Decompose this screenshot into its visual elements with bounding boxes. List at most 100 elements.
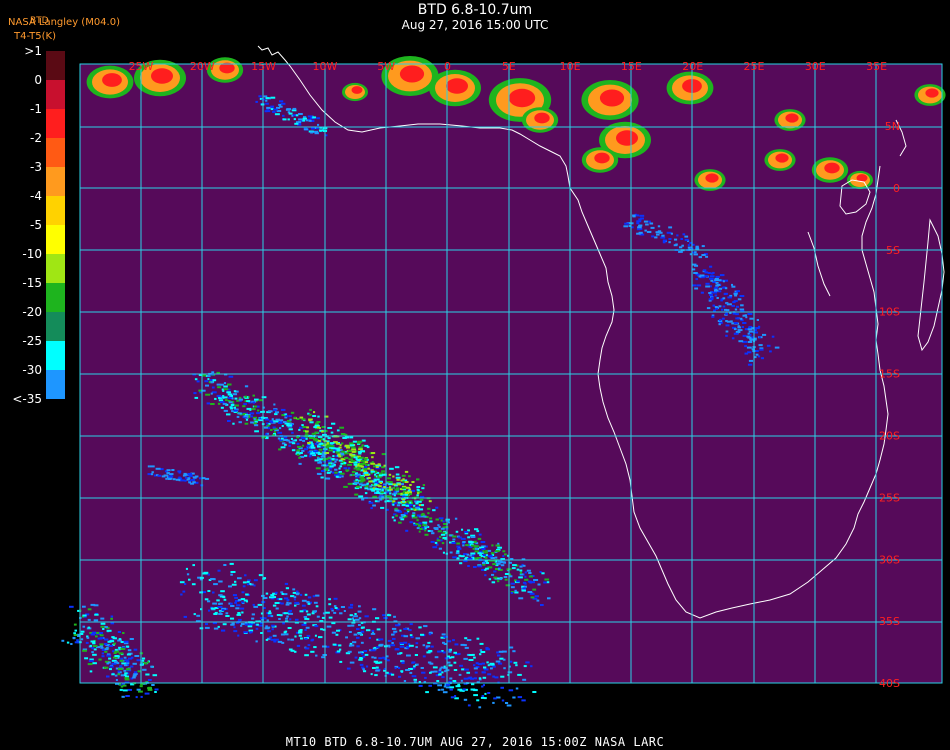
- moisture-pixel: [360, 450, 366, 453]
- moisture-pixel: [273, 403, 276, 406]
- moisture-pixel: [379, 482, 383, 484]
- moisture-pixel: [283, 597, 289, 600]
- moisture-pixel: [120, 657, 124, 660]
- moisture-pixel: [497, 662, 503, 665]
- storm-cell-core: [351, 86, 363, 94]
- moisture-pixel: [414, 654, 418, 656]
- moisture-pixel: [273, 640, 277, 643]
- moisture-pixel: [416, 514, 422, 517]
- moisture-pixel: [306, 426, 309, 429]
- moisture-pixel: [502, 555, 505, 558]
- moisture-pixel: [529, 592, 535, 595]
- moisture-pixel: [247, 625, 253, 628]
- moisture-pixel: [432, 509, 436, 512]
- moisture-pixel: [349, 444, 355, 447]
- moisture-pixel: [110, 615, 114, 618]
- moisture-pixel: [292, 107, 297, 110]
- moisture-pixel: [291, 431, 294, 434]
- moisture-pixel: [364, 461, 369, 464]
- moisture-pixel: [404, 493, 409, 496]
- moisture-pixel: [315, 594, 320, 597]
- moisture-pixel: [234, 580, 237, 583]
- moisture-pixel: [390, 673, 395, 676]
- moisture-pixel: [476, 699, 480, 702]
- moisture-pixel: [265, 592, 269, 595]
- moisture-pixel: [292, 591, 297, 594]
- moisture-pixel: [368, 480, 373, 483]
- moisture-pixel: [349, 442, 354, 445]
- moisture-pixel: [219, 610, 222, 613]
- moisture-pixel: [257, 603, 263, 606]
- moisture-pixel: [230, 617, 235, 620]
- moisture-pixel: [488, 578, 492, 581]
- moisture-pixel: [360, 626, 364, 629]
- moisture-pixel: [348, 631, 352, 633]
- moisture-pixel: [266, 422, 269, 425]
- moisture-pixel: [479, 649, 483, 652]
- moisture-pixel: [635, 214, 639, 217]
- moisture-pixel: [745, 316, 748, 319]
- moisture-pixel: [257, 409, 260, 412]
- moisture-pixel: [350, 454, 356, 457]
- moisture-pixel: [207, 600, 211, 603]
- moisture-pixel: [403, 628, 408, 630]
- moisture-pixel: [650, 226, 655, 229]
- moisture-pixel: [509, 575, 513, 578]
- moisture-pixel: [731, 285, 736, 288]
- moisture-pixel: [418, 530, 421, 533]
- moisture-pixel: [264, 110, 268, 113]
- moisture-pixel: [144, 692, 150, 695]
- moisture-pixel: [211, 371, 215, 374]
- moisture-pixel: [526, 569, 531, 572]
- moisture-pixel: [397, 483, 402, 486]
- moisture-pixel: [296, 592, 300, 595]
- moisture-pixel: [365, 665, 369, 668]
- moisture-pixel: [399, 645, 405, 648]
- moisture-pixel: [121, 662, 126, 665]
- moisture-pixel: [367, 477, 371, 479]
- moisture-pixel: [707, 272, 711, 274]
- moisture-pixel: [731, 337, 735, 340]
- moisture-pixel: [133, 671, 138, 674]
- latitude-label: 30S: [879, 553, 900, 566]
- moisture-pixel: [450, 696, 454, 699]
- moisture-pixel: [217, 386, 222, 389]
- moisture-pixel: [335, 458, 339, 461]
- moisture-pixel: [387, 613, 390, 616]
- moisture-pixel: [362, 483, 366, 486]
- moisture-pixel: [470, 552, 476, 555]
- moisture-pixel: [129, 638, 134, 640]
- moisture-pixel: [670, 232, 673, 235]
- moisture-pixel: [537, 583, 541, 586]
- moisture-pixel: [484, 692, 487, 695]
- moisture-pixel: [754, 329, 757, 332]
- moisture-pixel: [480, 541, 486, 543]
- moisture-pixel: [165, 477, 168, 480]
- moisture-pixel: [299, 439, 302, 441]
- moisture-pixel: [405, 669, 411, 671]
- moisture-pixel: [487, 692, 491, 694]
- moisture-pixel: [73, 632, 76, 635]
- moisture-pixel: [73, 634, 78, 636]
- moisture-pixel: [540, 604, 544, 606]
- moisture-pixel: [326, 471, 331, 474]
- moisture-pixel: [394, 509, 400, 512]
- moisture-pixel: [288, 415, 292, 418]
- moisture-pixel: [275, 418, 281, 421]
- moisture-pixel: [193, 613, 196, 616]
- moisture-pixel: [373, 465, 376, 468]
- moisture-pixel: [280, 446, 286, 449]
- moisture-pixel: [714, 306, 718, 308]
- moisture-pixel: [270, 96, 276, 99]
- moisture-pixel: [438, 525, 441, 528]
- moisture-pixel: [265, 436, 269, 439]
- moisture-pixel: [335, 447, 340, 450]
- moisture-pixel: [392, 475, 395, 478]
- moisture-pixel: [487, 673, 492, 676]
- moisture-pixel: [393, 630, 398, 633]
- moisture-pixel: [453, 651, 458, 654]
- moisture-pixel: [417, 524, 422, 527]
- moisture-pixel: [184, 476, 188, 479]
- moisture-pixel: [315, 467, 321, 470]
- moisture-pixel: [285, 603, 290, 606]
